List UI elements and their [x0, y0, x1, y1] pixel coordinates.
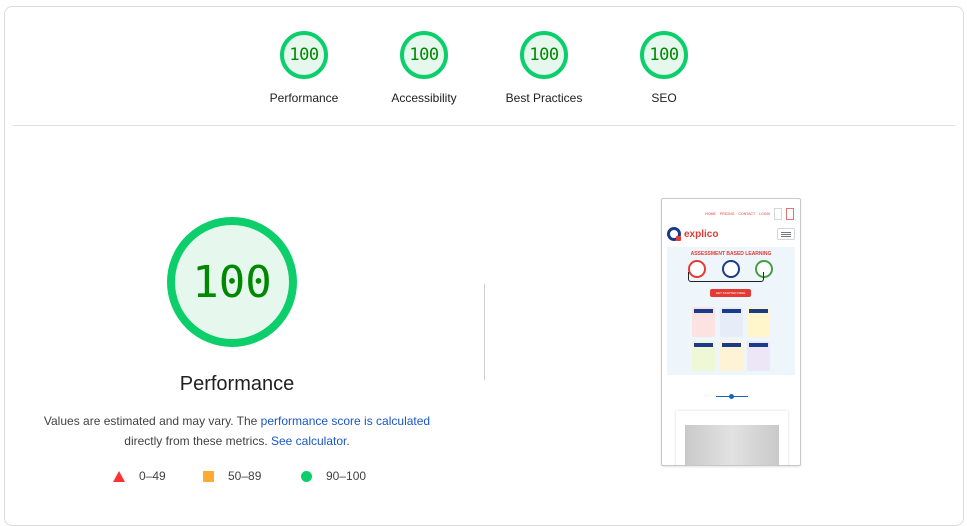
report-frame: 100 Performance 100 Accessibility 100 Be…: [4, 6, 964, 526]
legend-range: 50–89: [228, 469, 262, 483]
see-calculator-link[interactable]: See calculator: [271, 434, 346, 448]
score-calculated-link[interactable]: performance score is calculated: [261, 414, 430, 428]
thumb-square: [786, 208, 794, 220]
logo-icon: [667, 227, 681, 241]
gauge-score: 100: [400, 31, 448, 79]
gauge-accessibility[interactable]: 100 Accessibility: [364, 31, 484, 105]
section-divider: [13, 125, 955, 126]
thumb-hero: ASSESSMENT BASED LEARNING GET STARTED FR…: [667, 247, 795, 375]
thumb-logo-text: explico: [684, 228, 719, 240]
thumb-nav: HOME PRICING CONTACT LOGIN: [705, 208, 794, 220]
gauge-seo[interactable]: 100 SEO: [604, 31, 724, 105]
score-legend: 0–49 50–89 90–100: [5, 469, 963, 485]
desc-text: directly from these metrics.: [124, 434, 271, 448]
thumb-nav-item: LOGIN: [759, 212, 770, 216]
gauge-score: 100: [280, 31, 328, 79]
performance-score-gauge: 100: [167, 217, 297, 347]
thumb-nav-item: CONTACT: [738, 212, 756, 216]
performance-description: Values are estimated and may vary. The p…: [27, 411, 447, 451]
thumb-placeholder-image: [685, 425, 779, 465]
thumb-cycle-arrow: [688, 272, 764, 282]
gauge-performance[interactable]: 100 Performance: [244, 31, 364, 105]
gauge-score: 100: [640, 31, 688, 79]
thumb-card: [747, 307, 770, 337]
gauge-best-practices[interactable]: 100 Best Practices: [484, 31, 604, 105]
legend-fail: 0–49: [113, 469, 166, 483]
gauge-label: Performance: [269, 91, 339, 105]
summary-gauges: 100 Performance 100 Accessibility 100 Be…: [5, 7, 963, 127]
thumb-square: [774, 208, 782, 220]
legend-range: 90–100: [326, 469, 367, 483]
thumb-card: [692, 307, 715, 337]
vertical-divider: [484, 284, 485, 380]
thumb-card: [720, 341, 743, 371]
gauge-label: SEO: [651, 91, 677, 105]
thumb-logo: explico: [667, 227, 718, 241]
gauge-label: Accessibility: [391, 91, 457, 105]
thumb-card: [720, 307, 743, 337]
legend-average: 50–89: [203, 469, 261, 483]
thumb-cta-button: GET STARTED FREE: [710, 289, 751, 297]
gauge-label: Best Practices: [505, 91, 583, 105]
thumb-nav-item: PRICING: [719, 212, 735, 216]
thumb-slider: [716, 394, 748, 399]
triangle-icon: [113, 470, 125, 482]
thumb-card: [747, 341, 770, 371]
desc-text: .: [346, 434, 350, 448]
legend-range: 0–49: [139, 469, 166, 483]
legend-pass: 90–100: [301, 469, 366, 483]
thumb-header: explico: [667, 225, 795, 243]
desc-text: Values are estimated and may vary. The: [43, 414, 261, 428]
gauge-score: 100: [520, 31, 568, 79]
circle-icon: [301, 470, 312, 482]
thumb-hero-title: ASSESSMENT BASED LEARNING: [690, 251, 772, 257]
thumb-lower-card: [676, 411, 788, 465]
page-screenshot-thumbnail[interactable]: HOME PRICING CONTACT LOGIN explico ASSES…: [661, 198, 801, 466]
hamburger-icon: [777, 228, 795, 240]
square-icon: [203, 470, 214, 482]
performance-title: Performance: [179, 373, 295, 395]
thumb-card: [692, 341, 715, 371]
thumb-nav-item: HOME: [705, 212, 716, 216]
